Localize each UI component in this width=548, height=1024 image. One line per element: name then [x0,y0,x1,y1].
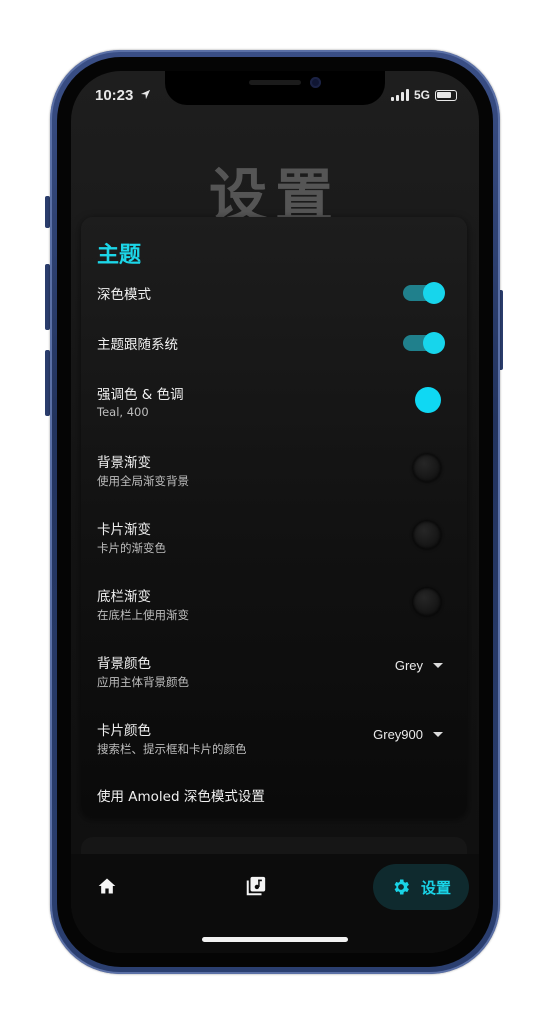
setting-dark-mode[interactable]: 深色模式 [97,275,451,331]
dropdown-arrow-icon [433,732,443,737]
signal-icon [390,89,409,101]
setting-title: 使用 Amoled 深色模式设置 [97,789,265,805]
setting-subtitle: Teal, 400 [97,405,149,419]
nav-library[interactable] [245,875,267,901]
dropdown-arrow-icon [433,663,443,668]
camera [310,77,321,88]
setting-title: 卡片渐变 [97,522,151,538]
setting-title: 背景颜色 [97,656,151,672]
background-gradient-radio[interactable] [413,454,441,482]
screen: 10:23 5G 设置 主题 深色模式 主题跟随系统 强调色 & 色调 Teal… [71,71,479,953]
setting-subtitle: 使用全局渐变背景 [97,474,189,488]
follow-system-switch[interactable] [403,332,445,354]
nav-settings[interactable]: 设置 [373,864,469,910]
setting-card-gradient[interactable]: 卡片渐变 卡片的渐变色 [97,510,451,566]
dropdown-value: Grey900 [373,727,423,742]
bottom-bar-gradient-radio[interactable] [413,588,441,616]
dropdown-value: Grey [394,658,423,673]
card-color-dropdown[interactable]: Grey900 [373,727,443,742]
setting-title: 卡片颜色 [97,723,151,739]
theme-card: 主题 深色模式 主题跟随系统 强调色 & 色调 Teal, 400 背景渐变 使… [81,217,467,817]
notch [165,71,385,105]
battery-icon [435,89,457,101]
setting-card-color[interactable]: 卡片颜色 搜索栏、提示框和卡片的颜色 Grey900 [97,711,451,767]
nav-settings-label: 设置 [420,878,451,897]
setting-background-gradient[interactable]: 背景渐变 使用全局渐变背景 [97,443,451,499]
music-library-icon [246,876,266,896]
setting-amoled[interactable]: 使用 Amoled 深色模式设置 [97,777,451,811]
setting-title: 强调色 & 色调 [97,387,184,403]
setting-title: 背景渐变 [97,455,151,471]
setting-subtitle: 卡片的渐变色 [97,541,166,555]
setting-subtitle: 应用主体背景颜色 [97,675,189,689]
setting-bottom-bar-gradient[interactable]: 底栏渐变 在底栏上使用渐变 [97,577,451,633]
location-arrow-icon [140,89,150,100]
home-icon [98,878,116,894]
card-gradient-radio[interactable] [413,521,441,549]
status-icons: 5G [390,88,457,102]
dark-mode-switch[interactable] [403,282,445,304]
setting-subtitle: 搜索栏、提示框和卡片的颜色 [97,742,247,756]
nav-home[interactable] [97,876,117,900]
speaker [249,80,301,85]
gear-icon [394,879,409,895]
home-indicator[interactable] [202,937,348,942]
setting-background-color[interactable]: 背景颜色 应用主体背景颜色 Grey [97,644,451,700]
network-type: 5G [413,88,430,102]
status-time: 10:23 [95,87,151,104]
setting-accent-color[interactable]: 强调色 & 色调 Teal, 400 [97,375,451,431]
accent-color-swatch[interactable] [415,387,441,413]
background-color-dropdown[interactable]: Grey [395,658,443,673]
setting-title: 深色模式 [97,287,151,303]
card-title: 主题 [97,243,142,268]
setting-title: 主题跟随系统 [97,337,178,353]
setting-title: 底栏渐变 [97,589,151,605]
setting-subtitle: 在底栏上使用渐变 [97,608,189,622]
setting-follow-system[interactable]: 主题跟随系统 [97,325,451,381]
